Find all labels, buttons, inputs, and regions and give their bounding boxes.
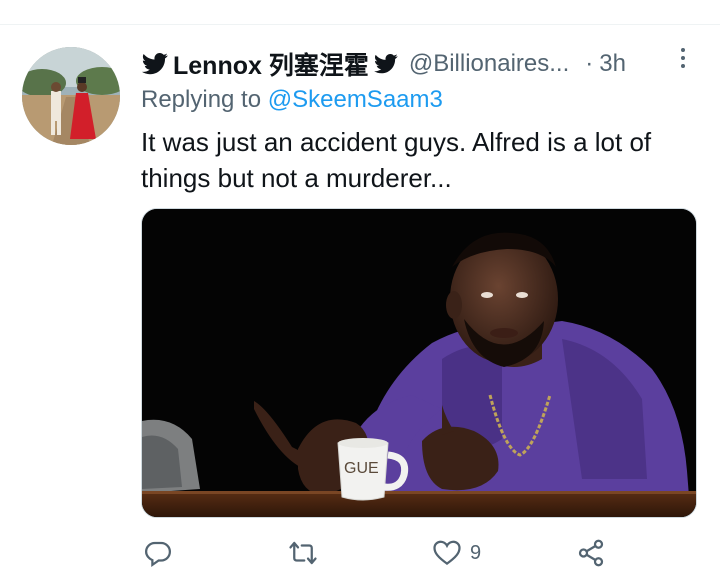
author-name[interactable]: Lennox 列塞涅霍	[141, 46, 409, 82]
twitter-bird-icon	[373, 54, 398, 74]
top-divider	[0, 24, 720, 25]
retweet-icon	[289, 541, 317, 565]
tweet-timestamp[interactable]: 3h	[599, 50, 626, 78]
tweet-text: It was just an accident guys. Alfred is …	[141, 127, 652, 193]
separator-dot: ·	[585, 50, 594, 77]
reply-to-link[interactable]: @SkeemSaam3	[268, 86, 443, 113]
like-count: 9	[470, 541, 482, 564]
author-handle[interactable]: @Billionaires...	[409, 50, 569, 78]
tweet-header: Lennox 列塞涅霍 @Billionaires... · 3h	[141, 44, 701, 84]
heart-icon	[433, 540, 461, 566]
tweet-image[interactable]: GUE	[141, 208, 697, 518]
twitter-bird-icon	[141, 53, 168, 75]
reply-prefix: Replying to	[141, 86, 262, 113]
share-button[interactable]	[576, 538, 614, 568]
reply-icon	[144, 541, 172, 568]
share-icon	[578, 539, 604, 567]
reply-button[interactable]	[143, 538, 181, 568]
replying-to: Replying to @SkeemSaam3	[141, 86, 443, 114]
author-name-text: Lennox 列塞涅霍	[173, 52, 369, 80]
mug-text: GUE	[344, 460, 379, 477]
more-options-icon[interactable]	[676, 48, 690, 72]
retweet-button[interactable]	[288, 538, 326, 568]
tweet-actions: 9	[0, 538, 720, 574]
avatar[interactable]	[22, 47, 120, 145]
like-button[interactable]: 9	[432, 538, 481, 568]
tweet-photo: GUE	[142, 209, 696, 517]
